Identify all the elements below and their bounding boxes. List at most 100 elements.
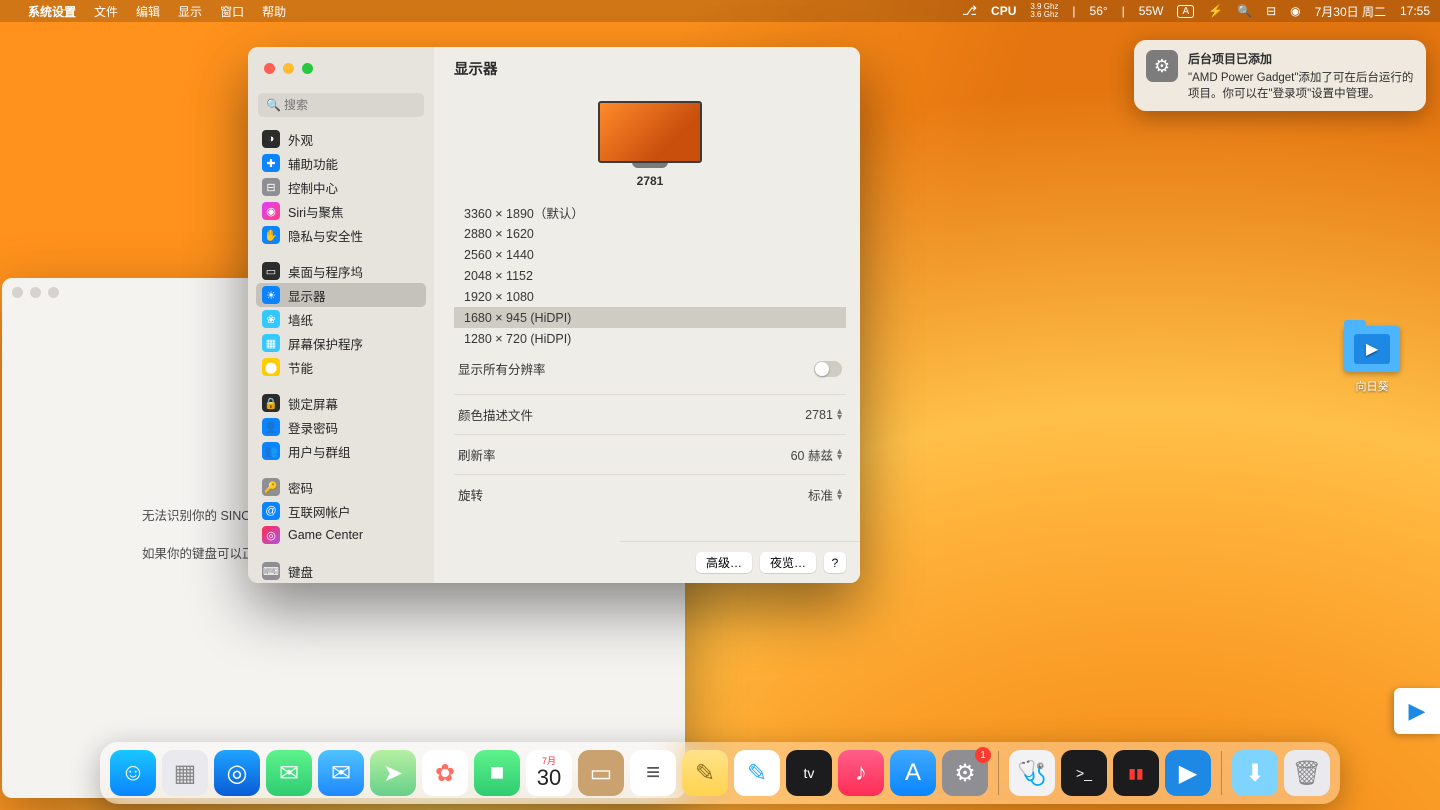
divider: | — [1072, 4, 1075, 18]
siri-icon[interactable]: ◉ — [1290, 4, 1300, 18]
dock-notes[interactable]: ✎ — [682, 750, 728, 796]
resolution-option[interactable]: 2880 × 1620 — [454, 223, 846, 244]
sidebar-item[interactable]: ◉ Siri与聚焦 — [256, 199, 426, 223]
zoom-icon[interactable] — [48, 287, 59, 298]
advanced-button[interactable]: 高级… — [696, 552, 752, 573]
sidebar-item[interactable]: ❀ 墙纸 — [256, 307, 426, 331]
dock-appletv[interactable]: tv — [786, 750, 832, 796]
color-profile-select[interactable]: 2781 ▴▾ — [805, 408, 842, 422]
resolution-option[interactable]: 2560 × 1440 — [454, 244, 846, 265]
sidebar-item-icon: ▭ — [262, 262, 280, 280]
sidebar-item-icon: ◎ — [262, 526, 280, 544]
dock-mail[interactable]: ✉ — [318, 750, 364, 796]
sidebar-item[interactable]: ☀ 显示器 — [256, 283, 426, 307]
notification-banner[interactable]: ⚙ 后台项目已添加 "AMD Power Gadget"添加了可在后台运行的项目… — [1134, 40, 1426, 111]
dock-separator — [998, 751, 999, 795]
show-all-resolutions-toggle[interactable] — [814, 361, 842, 377]
dock-maps[interactable]: ➤ — [370, 750, 416, 796]
dock-safari[interactable]: ◎ — [214, 750, 260, 796]
resolution-option[interactable]: 2048 × 1152 — [454, 265, 846, 286]
side-widget[interactable]: ▶ — [1394, 688, 1440, 734]
dock-diagnostics[interactable]: 🩺 — [1009, 750, 1055, 796]
sidebar-item[interactable]: 👤 登录密码 — [256, 415, 426, 439]
sidebar-item[interactable]: ✋ 隐私与安全性 — [256, 223, 426, 247]
dock-messages[interactable]: ✉ — [266, 750, 312, 796]
sidebar-item-label: 外观 — [288, 130, 313, 149]
dock-trash[interactable]: 🗑 — [1284, 750, 1330, 796]
sidebar-item[interactable]: 🔑 密码 — [256, 475, 426, 499]
menubar-date[interactable]: 7月30日 周二 — [1315, 3, 1386, 20]
sidebar-item-label: 显示器 — [288, 286, 326, 305]
dock-appstore[interactable]: A — [890, 750, 936, 796]
sidebar-item-icon: 👥 — [262, 442, 280, 460]
sidebar-item-label: 锁定屏幕 — [288, 394, 338, 413]
resolution-option[interactable]: 1920 × 1080 — [454, 286, 846, 307]
desktop-icon-sunflower[interactable]: ▶ 向日葵 — [1344, 326, 1400, 394]
dock-sunflower[interactable]: ▶ — [1165, 750, 1211, 796]
sidebar-item[interactable]: ▦ 屏幕保护程序 — [256, 331, 426, 355]
menubar-item[interactable]: 帮助 — [262, 3, 286, 20]
control-center-icon[interactable]: ⊟ — [1266, 4, 1276, 18]
zoom-icon[interactable] — [302, 63, 313, 74]
spotlight-icon[interactable]: 🔍 — [1237, 4, 1252, 18]
menubar-time[interactable]: 17:55 — [1400, 4, 1430, 18]
dock-music[interactable]: ♪ — [838, 750, 884, 796]
sidebar-item-label: 辅助功能 — [288, 154, 338, 173]
sidebar-item-label: 控制中心 — [288, 178, 338, 197]
input-source-indicator[interactable]: A — [1177, 5, 1194, 18]
desktop-icon-label: 向日葵 — [1344, 378, 1400, 394]
monitor-thumbnail[interactable] — [598, 101, 702, 163]
sidebar-item-label: 屏幕保护程序 — [288, 334, 363, 353]
resolution-option[interactable]: 1280 × 720 (HiDPI) — [454, 328, 846, 349]
sidebar-item-icon: @ — [262, 502, 280, 520]
rotation-select[interactable]: 标准 ▴▾ — [808, 485, 842, 504]
close-icon[interactable] — [264, 63, 275, 74]
dock-separator — [1221, 751, 1222, 795]
menubar-app-name[interactable]: 系统设置 — [28, 3, 76, 20]
sidebar-item[interactable]: ⬤ 节能 — [256, 355, 426, 379]
sidebar-item-icon: ☀ — [262, 286, 280, 304]
divider: | — [1122, 4, 1125, 18]
chevron-updown-icon: ▴▾ — [837, 489, 842, 501]
dock-contacts[interactable]: ▭ — [578, 750, 624, 796]
sidebar-item[interactable]: ✚ 辅助功能 — [256, 151, 426, 175]
minimize-icon[interactable] — [283, 63, 294, 74]
refresh-rate-select[interactable]: 60 赫兹 ▴▾ — [791, 445, 842, 464]
sidebar-item-label: Siri与聚焦 — [288, 202, 344, 221]
color-profile-label: 颜色描述文件 — [458, 405, 533, 424]
menubar-item[interactable]: 编辑 — [136, 3, 160, 20]
battery-icon[interactable]: ⚡ — [1208, 4, 1223, 18]
dock-reminders[interactable]: ≡ — [630, 750, 676, 796]
dock-freeform[interactable]: ✎ — [734, 750, 780, 796]
dock-facetime[interactable]: ■ — [474, 750, 520, 796]
search-input[interactable] — [258, 93, 424, 117]
dock-downloads[interactable]: ⬇ — [1232, 750, 1278, 796]
resolution-option[interactable]: 3360 × 1890（默认） — [454, 202, 846, 223]
sidebar-item[interactable]: ◑ 外观 — [256, 127, 426, 151]
gear-icon: ⚙ — [1146, 50, 1178, 82]
sidebar-item[interactable]: ▭ 桌面与程序坞 — [256, 259, 426, 283]
close-icon[interactable] — [12, 287, 23, 298]
sidebar-item[interactable]: ⊟ 控制中心 — [256, 175, 426, 199]
sidebar-item[interactable]: ◎ Game Center — [256, 523, 426, 547]
dock-finder[interactable]: ☺ — [110, 750, 156, 796]
sidebar-item[interactable]: 🔒 锁定屏幕 — [256, 391, 426, 415]
dock-photos[interactable]: ✿ — [422, 750, 468, 796]
dock-calendar[interactable]: 7月30 — [526, 750, 572, 796]
sidebar-item[interactable]: 👥 用户与群组 — [256, 439, 426, 463]
menubar-extra-icon[interactable]: ⎇ — [962, 3, 977, 19]
sidebar-item-icon: ✋ — [262, 226, 280, 244]
night-shift-button[interactable]: 夜览… — [760, 552, 816, 573]
help-button[interactable]: ? — [824, 552, 846, 573]
resolution-option[interactable]: 1680 × 945 (HiDPI) — [454, 307, 846, 328]
dock-launchpad[interactable]: ▦ — [162, 750, 208, 796]
menubar-item[interactable]: 文件 — [94, 3, 118, 20]
dock-terminal[interactable]: >_ — [1061, 750, 1107, 796]
menubar-item[interactable]: 显示 — [178, 3, 202, 20]
dock-activity[interactable]: ▮▮ — [1113, 750, 1159, 796]
sidebar-item[interactable]: @ 互联网帐户 — [256, 499, 426, 523]
menubar-item[interactable]: 窗口 — [220, 3, 244, 20]
sidebar-item[interactable]: ⌨ 键盘 — [256, 559, 426, 583]
minimize-icon[interactable] — [30, 287, 41, 298]
dock-settings[interactable]: ⚙1 — [942, 750, 988, 796]
